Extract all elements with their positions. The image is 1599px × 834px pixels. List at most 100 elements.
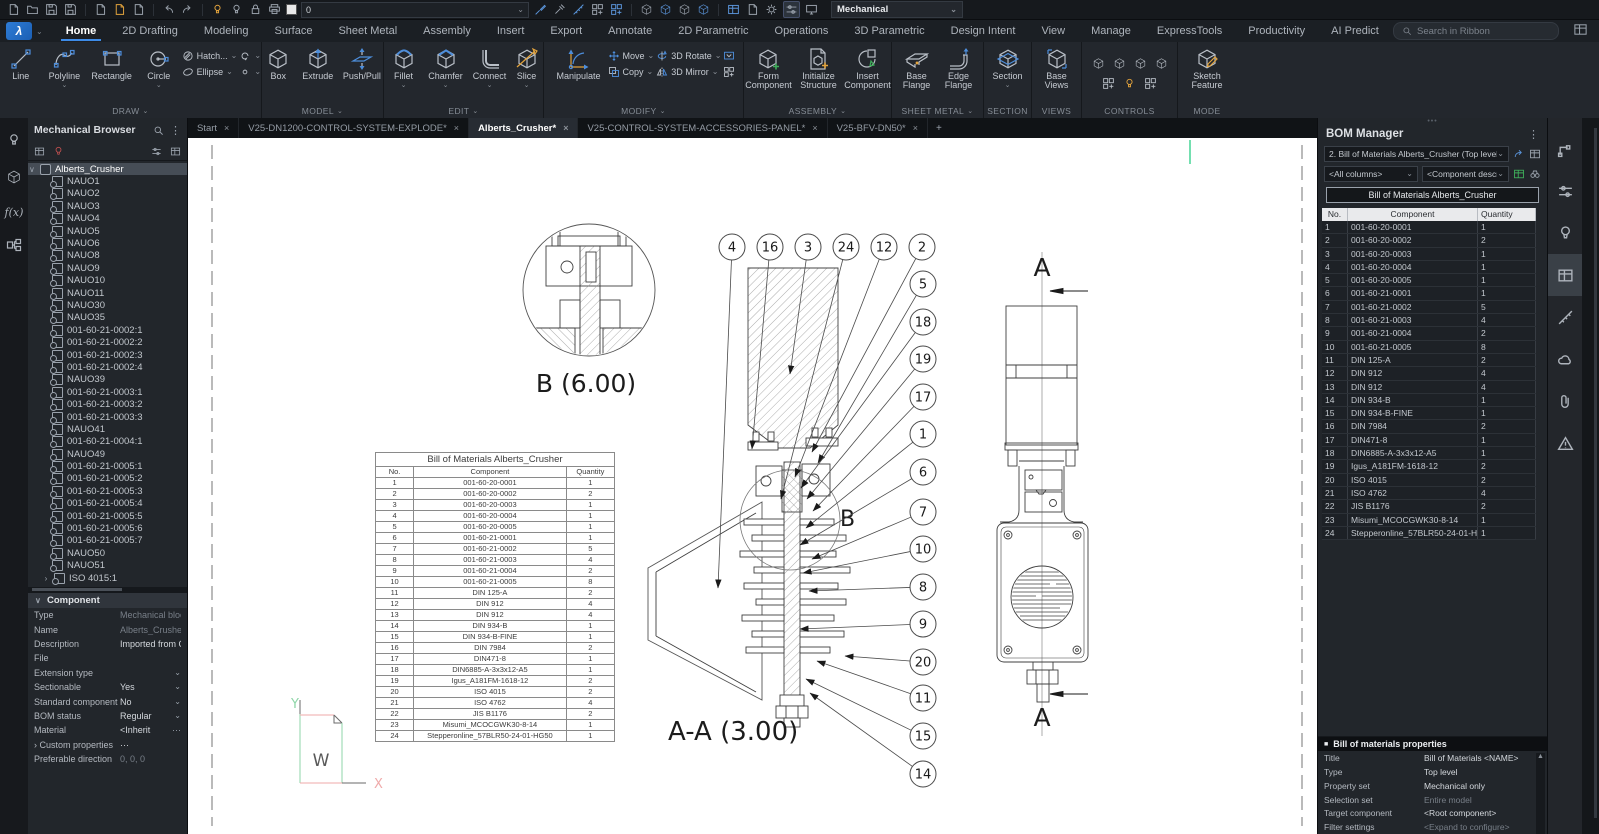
sheet-metal-panel-tab[interactable] — [1548, 296, 1582, 338]
close-icon[interactable]: × — [454, 123, 459, 133]
bom-manager-panel-tab[interactable] — [1548, 254, 1582, 296]
bom-property-row[interactable]: Target component<Root component> — [1318, 806, 1547, 820]
line-button[interactable]: Line — [0, 46, 42, 82]
refresh-icon[interactable] — [1513, 148, 1525, 160]
chevron-down-icon[interactable]: ⌄ — [61, 82, 67, 88]
bom-row[interactable]: 4001-60-20-00041 — [1322, 261, 1536, 274]
lock-ui-icon[interactable] — [248, 2, 263, 17]
drawing-explorer-icon[interactable] — [745, 2, 760, 17]
extrude-button[interactable]: Extrude — [297, 46, 339, 82]
ribbon-tab-surface[interactable]: Surface — [262, 20, 326, 42]
component-property-row[interactable]: File — [28, 651, 187, 665]
chevron-down-icon[interactable]: ⌄ — [443, 82, 449, 88]
tree-item[interactable]: NAUO9 — [28, 262, 187, 274]
circle-button[interactable]: Circle ⌄ — [138, 46, 180, 89]
more-options-icon[interactable]: ··· — [172, 725, 181, 735]
tree-item[interactable]: 001-60-21-0004:1 — [28, 436, 187, 448]
group-label-views[interactable]: VIEWS — [1032, 104, 1081, 118]
group-label-section[interactable]: SECTION — [984, 104, 1031, 118]
push-pull-button[interactable]: Push/Pull — [341, 46, 383, 82]
redo-icon[interactable] — [180, 2, 195, 17]
lamp-on-icon[interactable] — [210, 2, 225, 17]
bom-visibility-icon[interactable] — [1092, 57, 1105, 73]
filter-blocks-icon[interactable] — [34, 146, 45, 157]
bom-row[interactable]: 1001-60-20-00011 — [1322, 221, 1536, 234]
settings-icon[interactable] — [764, 2, 779, 17]
chevron-down-icon[interactable]: ⌄ — [174, 683, 181, 691]
ribbon-tab-home[interactable]: Home — [53, 20, 110, 42]
base-views-button[interactable]: Base Views — [1035, 46, 1079, 92]
bom-row[interactable]: 3001-60-20-00031 — [1322, 248, 1536, 261]
chevron-down-icon[interactable]: ⌄ — [226, 68, 233, 76]
slice-button[interactable]: Slice ⌄ — [512, 46, 542, 89]
tree-item[interactable]: 001-60-21-0005:5 — [28, 510, 187, 522]
tree-item[interactable]: NAUO30 — [28, 299, 187, 311]
ribbon-tab-assembly[interactable]: Assembly — [410, 20, 484, 42]
ribbon-tab-expresstools[interactable]: ExpressTools — [1144, 20, 1235, 42]
bom-properties-scrollbar[interactable]: ▲ — [1536, 753, 1545, 834]
color-swatch[interactable] — [286, 4, 297, 15]
fillet-button[interactable]: Fillet ⌄ — [386, 46, 422, 89]
tree-item[interactable]: NAUO39 — [28, 374, 187, 386]
ellipse-button[interactable]: Ellipse ⌄ — [182, 65, 238, 78]
component-property-row[interactable]: SectionableYes⌄ — [28, 680, 187, 694]
tree-item[interactable]: 001-60-21-0005:2 — [28, 473, 187, 485]
save-icon[interactable] — [44, 2, 59, 17]
selection-modes-icon[interactable] — [1144, 77, 1157, 93]
tree-item[interactable]: 001-60-21-0005:7 — [28, 535, 187, 547]
display-icon[interactable] — [804, 2, 819, 17]
view-iso-icon[interactable] — [677, 2, 692, 17]
mechanical-browser-tab-icon[interactable] — [6, 169, 22, 188]
description-select[interactable]: <Component description ⌄ — [1422, 166, 1509, 182]
hatch-button[interactable]: Hatch... ⌄ — [182, 49, 238, 62]
bom-property-row[interactable]: Selection setEntire model — [1318, 793, 1547, 807]
ribbon-tab-insert[interactable]: Insert — [484, 20, 538, 42]
point-button[interactable]: ⌄ — [239, 65, 261, 78]
bom-property-row[interactable]: TitleBill of Materials <NAME> — [1318, 751, 1547, 765]
chamfer-button[interactable]: Chamfer ⌄ — [424, 46, 468, 89]
print-icon[interactable] — [267, 2, 282, 17]
workspace-select[interactable]: Mechanical ⌄ — [831, 1, 963, 18]
parameters-tab-icon[interactable]: f(x) — [5, 206, 24, 219]
flip-button[interactable] — [723, 49, 735, 62]
document-tab[interactable]: V25-CONTROL-SYSTEM-ACCESSORIES-PANEL*× — [578, 118, 827, 138]
base-flange-button[interactable]: Base Flange — [897, 46, 937, 92]
tree-item[interactable]: 001-60-21-0002:4 — [28, 361, 187, 373]
snap-settings-icon[interactable] — [590, 2, 605, 17]
ribbon-tab-3d-parametric[interactable]: 3D Parametric — [841, 20, 937, 42]
tree-root-item[interactable]: ∨Alberts_Crusher — [28, 163, 187, 175]
connect-button[interactable]: Connect ⌄ — [470, 46, 510, 89]
tree-item[interactable]: NAUO3 — [28, 200, 187, 212]
component-property-row[interactable]: Material<Inherit··· — [28, 723, 187, 737]
form-component-button[interactable]: Form Component — [744, 46, 793, 92]
initialize-structure-button[interactable]: Initialize Structure — [795, 46, 842, 92]
ribbon-tab-manage[interactable]: Manage — [1078, 20, 1144, 42]
revision-cloud-button[interactable]: ⌄ — [239, 49, 261, 62]
chevron-down-icon[interactable]: ⌄ — [254, 52, 261, 60]
group-label-controls[interactable]: CONTROLS — [1082, 104, 1177, 118]
mirror-3d-button[interactable]: 3D Mirror ⌄ — [656, 65, 721, 78]
cloud-panel-tab[interactable] — [1548, 338, 1582, 380]
bom-row[interactable]: 13DIN 9124 — [1322, 381, 1536, 394]
chevron-down-icon[interactable]: ⌄ — [401, 82, 407, 88]
group-label-assembly[interactable]: ASSEMBLY⌄ — [744, 104, 891, 118]
tree-item[interactable]: ›ISO 4015:1 — [28, 572, 187, 584]
annotate-balloon-panel-tab[interactable] — [1548, 212, 1582, 254]
hide-components-icon[interactable] — [53, 146, 64, 157]
document-tab[interactable]: V25-DN1200-CONTROL-SYSTEM-EXPLODE*× — [239, 118, 469, 138]
tree-item[interactable]: 001-60-21-0005:3 — [28, 485, 187, 497]
polyline-button[interactable]: Polyline ⌄ — [44, 46, 86, 89]
publish-icon[interactable] — [131, 2, 146, 17]
chevron-down-icon[interactable]: ⌄ — [254, 68, 261, 76]
tree-item[interactable]: 001-60-21-0002:3 — [28, 349, 187, 361]
chevron-down-icon[interactable]: ⌄ — [1005, 82, 1011, 88]
tree-item[interactable]: 001-60-21-0003:1 — [28, 386, 187, 398]
move-button[interactable]: Move ⌄ — [608, 49, 655, 62]
export-table-icon[interactable] — [1513, 168, 1525, 180]
tree-item[interactable]: NAUO49 — [28, 448, 187, 460]
tree-item[interactable]: 001-60-21-0002:2 — [28, 336, 187, 348]
tree-item[interactable]: 001-60-21-0005:6 — [28, 522, 187, 534]
ribbon-tab-annotate[interactable]: Annotate — [595, 20, 665, 42]
tree-item[interactable]: NAUO50 — [28, 547, 187, 559]
component-property-row[interactable]: Standard componentNo⌄ — [28, 694, 187, 708]
